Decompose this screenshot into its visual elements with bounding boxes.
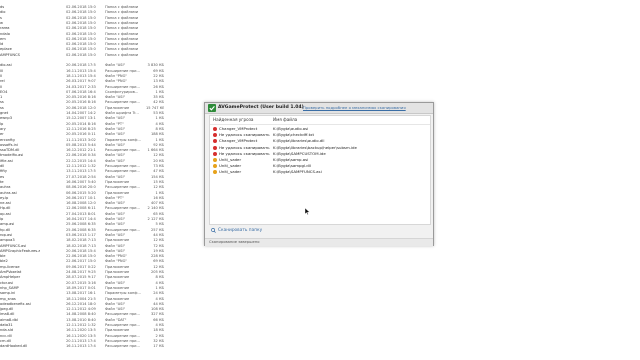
threat-row[interactable]: Не удалось сканировать K:\Bygta\checkdff.… <box>210 132 430 138</box>
threat-high-icon <box>213 139 217 144</box>
status-bar: Сканирование завершено <box>205 238 433 246</box>
threat-row[interactable]: Unit\_sader K:\Bygta\sampgl.dll <box>210 163 430 169</box>
threat-row[interactable]: Не удалось сканировать K:\Bygta\libraries… <box>210 145 430 151</box>
avgameprotect-window: AVGameProtect (User build 1.04) Проверит… <box>204 102 434 246</box>
window-title: AVGameProtect (User build 1.04) <box>218 105 304 110</box>
scan-folder-button[interactable]: Сканировать папку <box>211 227 262 235</box>
threat-row[interactable]: Unit\_sader K:\Bygta\SAMPFUNCS.asi <box>210 169 430 175</box>
threat-name: Unit\_sader <box>219 157 242 162</box>
threats-table: Найденная угроза Имя файла Changer_VMPro… <box>209 115 431 225</box>
threat-high-icon <box>213 127 217 131</box>
threat-name: Unit\_sader <box>219 169 242 175</box>
header-divider <box>210 124 430 125</box>
threat-name: Changer_VMProtect <box>219 126 258 131</box>
threat-name: Не удалось сканировать <box>219 132 270 138</box>
threat-file-path: K:\Bygta\libraries\audio.dll <box>273 138 325 144</box>
threat-high-icon <box>213 133 217 138</box>
threat-file-path: K:\Bygta\SAMPFUNCS.asi <box>273 169 322 175</box>
threat-row[interactable]: Unit\_sader K:\Bygta\samp.asi <box>210 157 430 163</box>
status-text: Сканирование завершено <box>209 240 260 244</box>
threat-file-path: K:\Bygta\checkdff.txt <box>273 132 314 138</box>
shield-check-icon <box>208 104 216 112</box>
threat-warning-icon <box>213 158 217 162</box>
threat-warning-icon <box>213 170 217 175</box>
threat-name: Unit\_sader <box>219 163 242 169</box>
threat-file-path: K:\Bygta\audio.asi <box>273 126 309 131</box>
threat-file-path: K:\Bygta\libraries\backup\helper\subsm.i… <box>273 144 357 150</box>
file-size: 17 КБ <box>153 344 164 349</box>
threat-high-icon <box>213 151 217 156</box>
threat-row[interactable]: Не удалось сканировать K:\Bygta\SAMPCUSTO… <box>210 151 430 157</box>
threat-file-path: K:\Bygta\sampgl.dll <box>273 163 311 169</box>
threat-name: Changer_VMProtect <box>219 138 258 144</box>
threat-row[interactable]: Changer_VMProtect K:\Bygta\audio.asi <box>210 126 430 132</box>
file-type: Расширение при... <box>105 344 140 349</box>
scan-folder-label: Сканировать папку <box>218 228 263 233</box>
file-explorer-list: ds 02.06.2018 15:06 Папка с файлами dio 02.0… <box>0 0 180 360</box>
scan-details-link[interactable]: Проверить подробнее о механизмах сканиро… <box>303 103 406 113</box>
mouse-cursor-icon <box>305 208 311 215</box>
file-name: dardHooked.dll <box>0 344 28 349</box>
threat-warning-icon <box>213 164 217 169</box>
threat-name: Не удалось сканировать <box>219 144 270 150</box>
column-header-file[interactable]: Имя файла <box>273 117 297 123</box>
scan-icon <box>211 228 216 233</box>
threat-row[interactable]: Changer_VMProtect K:\Bygta\libraries\audi… <box>210 138 430 144</box>
file-row[interactable]: dardHooked.dll 16.11.2013 17:48 Расширение… <box>0 343 180 349</box>
threat-file-path: K:\Bygta\SAMPCUSTOM.ide <box>273 150 326 156</box>
threat-high-icon <box>213 145 217 150</box>
threat-name: Не удалось сканировать <box>219 150 270 156</box>
file-date: 16.11.2013 17:48 <box>66 344 96 349</box>
column-header-threat[interactable]: Найденная угроза <box>213 117 254 123</box>
threat-file-path: K:\Bygta\samp.asi <box>273 157 309 162</box>
title-bar[interactable]: AVGameProtect (User build 1.04) Проверит… <box>205 103 433 114</box>
